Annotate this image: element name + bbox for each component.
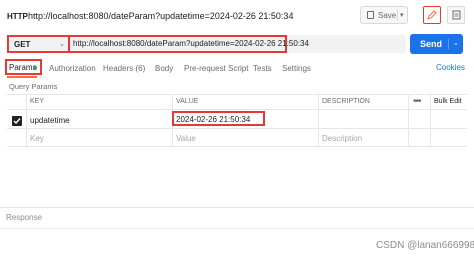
save-divider bbox=[397, 9, 398, 21]
save-icon bbox=[367, 11, 374, 19]
bulk-edit-button[interactable]: Bulk Edit bbox=[434, 98, 462, 105]
documentation-button[interactable] bbox=[447, 6, 465, 24]
params-indicator-dot bbox=[33, 66, 37, 70]
checkmark-icon bbox=[13, 118, 21, 125]
params-table-header bbox=[7, 94, 467, 110]
column-divider bbox=[26, 94, 27, 146]
column-key: KEY bbox=[30, 98, 45, 105]
column-value: VALUE bbox=[176, 98, 199, 105]
save-label: Save bbox=[378, 11, 397, 20]
document-icon bbox=[452, 10, 461, 20]
row-checkbox[interactable] bbox=[12, 116, 22, 126]
send-label: Send bbox=[420, 39, 443, 49]
query-params-title: Query Params bbox=[9, 82, 58, 91]
tab-body[interactable]: Body bbox=[155, 64, 173, 73]
chevron-down-icon: ⌄ bbox=[59, 41, 65, 48]
response-divider bbox=[0, 207, 474, 208]
param-value-cell[interactable]: 2024-02-26 21:50:34 bbox=[176, 115, 250, 124]
tab-pre-request-script[interactable]: Pre-request Script bbox=[184, 64, 248, 73]
new-value-input[interactable]: Value bbox=[176, 134, 196, 143]
cookies-link[interactable]: Cookies bbox=[436, 63, 465, 72]
url-input[interactable]: http://localhost:8080/dateParam?updateti… bbox=[73, 39, 309, 48]
param-key-cell[interactable]: updatetime bbox=[30, 116, 70, 125]
edit-button[interactable] bbox=[423, 6, 441, 24]
pencil-icon bbox=[427, 10, 437, 20]
row-divider bbox=[7, 128, 467, 129]
new-description-input[interactable]: Description bbox=[322, 134, 362, 143]
method-select[interactable]: GET ⌄ bbox=[7, 35, 70, 53]
row-divider bbox=[7, 146, 467, 147]
column-divider bbox=[318, 94, 319, 146]
tab-headers[interactable]: Headers (6) bbox=[103, 64, 145, 73]
response-bottom-divider bbox=[0, 228, 474, 229]
chevron-down-icon[interactable]: ▾ bbox=[400, 11, 404, 19]
watermark: CSDN @lanan666998 bbox=[376, 240, 474, 251]
request-title[interactable]: http://localhost:8080/dateParam?updateti… bbox=[28, 11, 293, 21]
save-button[interactable]: Save ▾ bbox=[360, 6, 408, 24]
response-label[interactable]: Response bbox=[6, 213, 42, 222]
chevron-down-icon[interactable]: ⌄ bbox=[453, 39, 459, 47]
send-button[interactable]: Send ⌄ bbox=[410, 34, 463, 54]
tab-settings[interactable]: Settings bbox=[282, 64, 311, 73]
column-divider bbox=[430, 94, 431, 146]
tab-authorization[interactable]: Authorization bbox=[49, 64, 96, 73]
column-description: DESCRIPTION bbox=[322, 98, 370, 105]
new-key-input[interactable]: Key bbox=[30, 134, 44, 143]
send-divider bbox=[448, 39, 449, 49]
http-badge: HTTP bbox=[7, 12, 28, 21]
more-options-icon[interactable]: ••• bbox=[413, 96, 421, 107]
method-value: GET bbox=[14, 40, 31, 49]
active-tab-underline bbox=[7, 76, 37, 78]
column-divider bbox=[408, 94, 409, 146]
tab-tests[interactable]: Tests bbox=[253, 64, 272, 73]
